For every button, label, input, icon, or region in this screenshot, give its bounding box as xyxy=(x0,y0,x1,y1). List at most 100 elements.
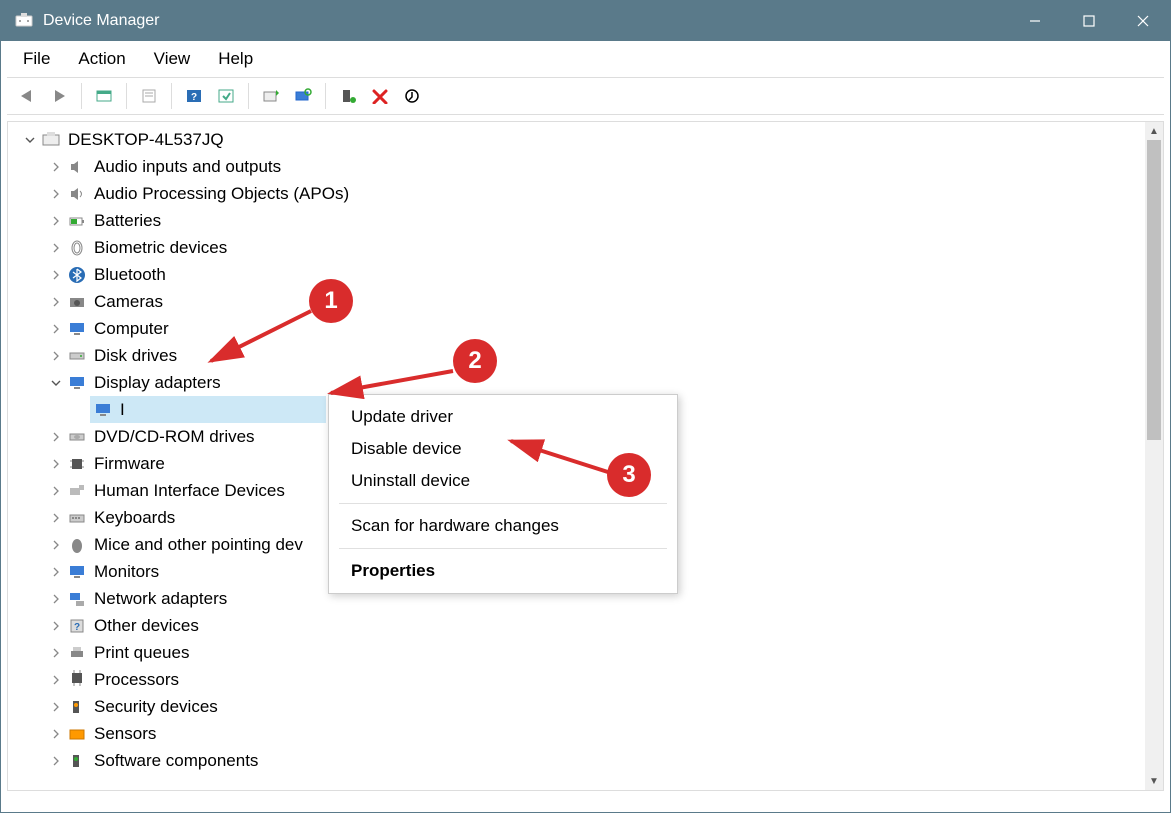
maximize-button[interactable] xyxy=(1062,1,1116,41)
back-button[interactable] xyxy=(12,81,42,111)
chevron-right-icon[interactable] xyxy=(46,621,66,631)
annotation-step-1: 1 xyxy=(309,279,353,323)
tree-category-cameras[interactable]: Cameras xyxy=(46,288,1163,315)
tree-label: Sensors xyxy=(94,724,156,744)
ctx-update-driver[interactable]: Update driver xyxy=(329,401,677,433)
tree-label: Processors xyxy=(94,670,179,690)
ctx-properties[interactable]: Properties xyxy=(329,555,677,587)
minimize-button[interactable] xyxy=(1008,1,1062,41)
tree-category-audio-io[interactable]: Audio inputs and outputs xyxy=(46,153,1163,180)
mouse-icon xyxy=(66,534,88,556)
unknown-device-icon: ? xyxy=(66,615,88,637)
tree-label: Mice and other pointing dev xyxy=(94,535,303,555)
network-icon xyxy=(66,588,88,610)
software-icon xyxy=(66,750,88,772)
scroll-up-icon[interactable]: ▲ xyxy=(1145,122,1163,140)
battery-icon xyxy=(66,210,88,232)
tree-category-other[interactable]: ? Other devices xyxy=(46,612,1163,639)
vertical-scrollbar[interactable]: ▲ ▼ xyxy=(1145,122,1163,790)
sensor-icon xyxy=(66,723,88,745)
chevron-right-icon[interactable] xyxy=(46,540,66,550)
chevron-right-icon[interactable] xyxy=(46,756,66,766)
chevron-right-icon[interactable] xyxy=(46,567,66,577)
chevron-right-icon[interactable] xyxy=(46,675,66,685)
app-icon xyxy=(13,10,35,32)
tree-label: Cameras xyxy=(94,292,163,312)
menu-view[interactable]: View xyxy=(140,45,205,73)
tree-label: DESKTOP-4L537JQ xyxy=(68,130,224,150)
enable-device-button[interactable] xyxy=(333,81,363,111)
tree-root[interactable]: DESKTOP-4L537JQ xyxy=(20,126,1163,153)
chevron-right-icon[interactable] xyxy=(46,486,66,496)
chevron-right-icon[interactable] xyxy=(46,702,66,712)
help-button[interactable]: ? xyxy=(179,81,209,111)
action-button[interactable] xyxy=(211,81,241,111)
tree-label: Security devices xyxy=(94,697,218,717)
properties-button[interactable] xyxy=(134,81,164,111)
ctx-separator xyxy=(339,503,667,504)
tree-label: Display adapters xyxy=(94,373,221,393)
tree-category-software[interactable]: Software components xyxy=(46,747,1163,774)
tree-label: Firmware xyxy=(94,454,165,474)
tree-category-biometric[interactable]: Biometric devices xyxy=(46,234,1163,261)
menu-help[interactable]: Help xyxy=(204,45,267,73)
bluetooth-icon xyxy=(66,264,88,286)
tree-label: Other devices xyxy=(94,616,199,636)
chevron-right-icon[interactable] xyxy=(46,270,66,280)
chevron-down-icon[interactable] xyxy=(46,378,66,388)
chevron-right-icon[interactable] xyxy=(46,189,66,199)
chevron-right-icon[interactable] xyxy=(46,729,66,739)
svg-text:?: ? xyxy=(74,622,80,633)
tree-label: Monitors xyxy=(94,562,159,582)
disable-device-button[interactable] xyxy=(365,81,395,111)
chevron-right-icon[interactable] xyxy=(46,216,66,226)
annotation-step-3: 3 xyxy=(607,453,651,497)
selected-item-bg: I xyxy=(90,396,326,423)
scrollbar-thumb[interactable] xyxy=(1147,140,1161,440)
chevron-right-icon[interactable] xyxy=(46,297,66,307)
tree-category-sensors[interactable]: Sensors xyxy=(46,720,1163,747)
tree-label: DVD/CD-ROM drives xyxy=(94,427,255,447)
show-hide-tree-button[interactable] xyxy=(89,81,119,111)
close-button[interactable] xyxy=(1116,1,1170,41)
ctx-scan-hardware[interactable]: Scan for hardware changes xyxy=(329,510,677,542)
scan-hardware-button[interactable] xyxy=(288,81,318,111)
svg-text:?: ? xyxy=(191,92,197,103)
content-area: DESKTOP-4L537JQ Audio inputs and outputs… xyxy=(7,121,1164,791)
speaker-icon xyxy=(66,156,88,178)
tree-category-batteries[interactable]: Batteries xyxy=(46,207,1163,234)
chevron-right-icon[interactable] xyxy=(46,594,66,604)
menu-action[interactable]: Action xyxy=(64,45,139,73)
forward-button[interactable] xyxy=(44,81,74,111)
chevron-right-icon[interactable] xyxy=(46,243,66,253)
uninstall-device-button[interactable] xyxy=(397,81,427,111)
tree-category-disk[interactable]: Disk drives xyxy=(46,342,1163,369)
tree-category-display[interactable]: Display adapters xyxy=(46,369,1163,396)
dvd-icon xyxy=(66,426,88,448)
tree-category-security[interactable]: Security devices xyxy=(46,693,1163,720)
update-driver-button[interactable] xyxy=(256,81,286,111)
tree-label: I xyxy=(120,400,125,420)
chevron-right-icon[interactable] xyxy=(46,162,66,172)
tree-label: Batteries xyxy=(94,211,161,231)
tree-category-computer[interactable]: Computer xyxy=(46,315,1163,342)
chevron-right-icon[interactable] xyxy=(46,459,66,469)
menu-file[interactable]: File xyxy=(9,45,64,73)
chevron-right-icon[interactable] xyxy=(46,351,66,361)
tree-category-print[interactable]: Print queues xyxy=(46,639,1163,666)
ctx-separator xyxy=(339,548,667,549)
monitor-icon xyxy=(66,318,88,340)
chevron-right-icon[interactable] xyxy=(46,324,66,334)
fingerprint-icon xyxy=(66,237,88,259)
chevron-right-icon[interactable] xyxy=(46,648,66,658)
chevron-right-icon[interactable] xyxy=(46,513,66,523)
audio-icon xyxy=(66,183,88,205)
chevron-down-icon[interactable] xyxy=(20,135,40,145)
scroll-down-icon[interactable]: ▼ xyxy=(1145,772,1163,790)
tree-label: Network adapters xyxy=(94,589,227,609)
printer-icon xyxy=(66,642,88,664)
tree-category-apo[interactable]: Audio Processing Objects (APOs) xyxy=(46,180,1163,207)
tree-category-processors[interactable]: Processors xyxy=(46,666,1163,693)
tree-category-bluetooth[interactable]: Bluetooth xyxy=(46,261,1163,288)
chevron-right-icon[interactable] xyxy=(46,432,66,442)
